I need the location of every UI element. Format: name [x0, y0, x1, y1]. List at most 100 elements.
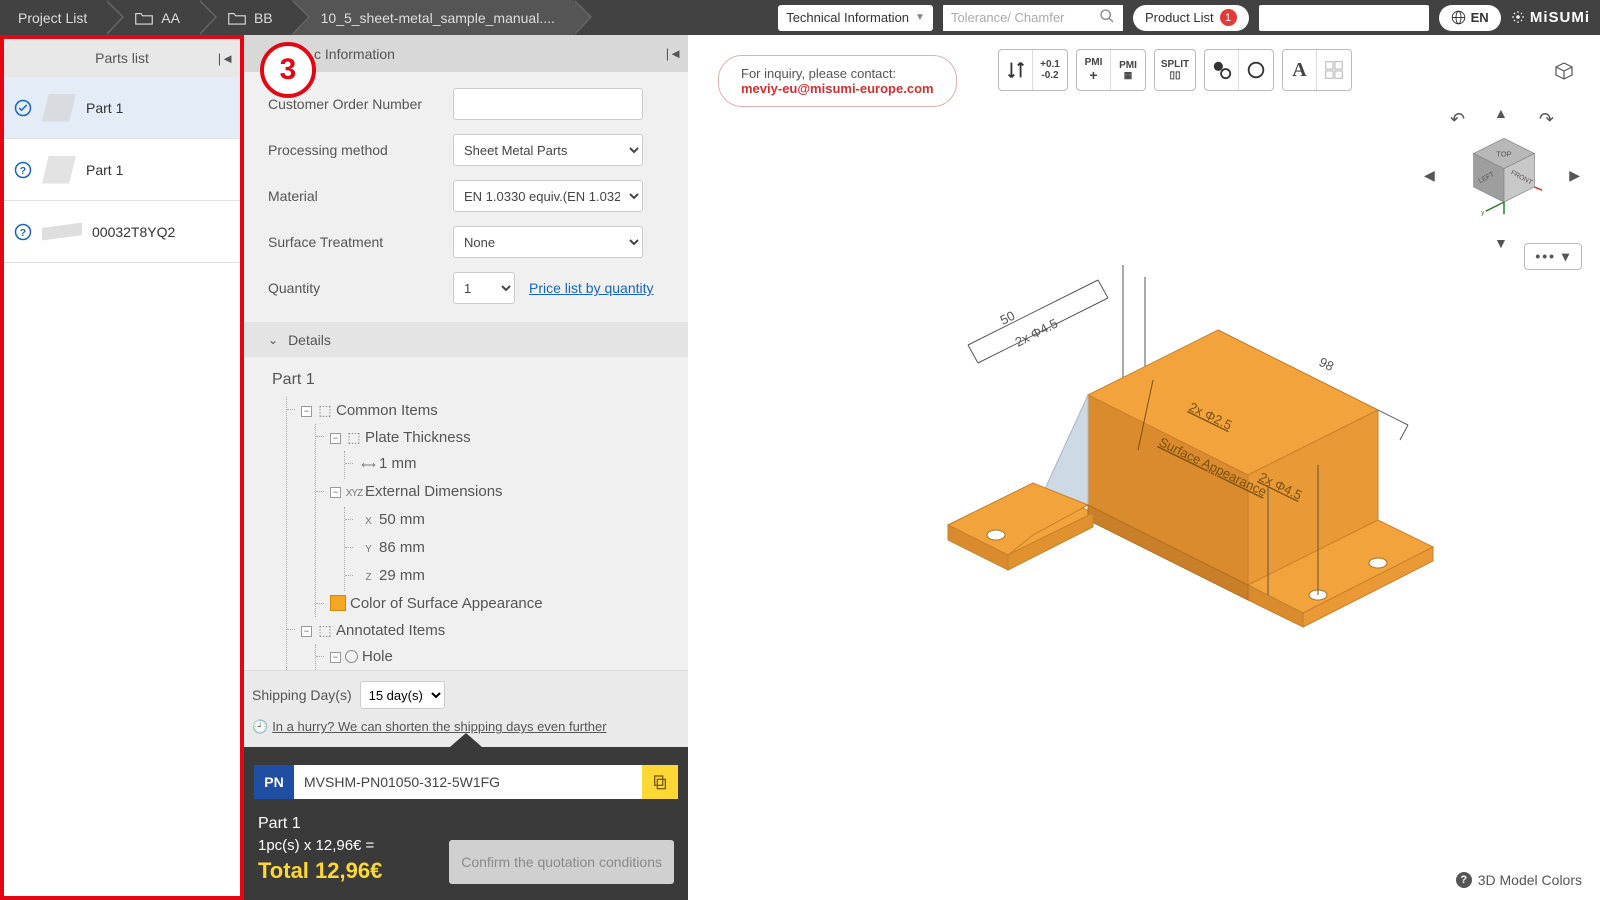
tree-expand-icon[interactable]: −: [301, 406, 312, 417]
tree-expand-icon[interactable]: −: [301, 626, 312, 637]
shipping-row: Shipping Day(s) 15 day(s): [244, 670, 688, 719]
shipping-label: Shipping Day(s): [252, 687, 352, 703]
price-list-link[interactable]: Price list by quantity: [529, 280, 654, 296]
technical-info-dropdown[interactable]: Technical Information ▼: [778, 5, 933, 31]
breadcrumb-project-list[interactable]: Project List: [0, 0, 105, 35]
tree-expand-icon[interactable]: −: [330, 487, 341, 498]
collapse-icon[interactable]: |◄: [218, 51, 234, 66]
part-name: 00032T8YQ2: [92, 224, 175, 240]
breadcrumb-label: AA: [161, 10, 180, 26]
tree-leaf[interactable]: 86 mm: [379, 539, 425, 556]
nav-left-icon[interactable]: ◀: [1424, 167, 1435, 184]
parts-list-item[interactable]: ? 00032T8YQ2: [4, 201, 240, 263]
tool-pmi-add-button[interactable]: PMI+: [1077, 50, 1111, 90]
model-colors-legend[interactable]: ? 3D Model Colors: [1456, 872, 1582, 888]
tree-node[interactable]: Annotated Items: [336, 622, 445, 639]
inquiry-email[interactable]: meviy-eu@misumi-europe.com: [741, 81, 934, 96]
chevron-down-icon: ▼: [915, 12, 925, 23]
surface-label: Surface Treatment: [268, 234, 453, 250]
price-block: Part 1 1pc(s) x 12,96€ = Total 12,96€ Co…: [244, 809, 688, 900]
status-help-icon: ?: [14, 223, 32, 241]
view-options-button[interactable]: ••• ▾: [1524, 243, 1582, 270]
search-input[interactable]: Tolerance/ Chamfer: [943, 5, 1123, 31]
material-label: Material: [268, 188, 453, 204]
tree-node[interactable]: Plate Thickness: [365, 429, 471, 446]
tree-root[interactable]: Part 1: [272, 367, 672, 393]
shipping-select[interactable]: 15 day(s): [360, 681, 445, 709]
hole-icon: [345, 650, 358, 663]
collapse-icon[interactable]: |◄: [666, 46, 682, 61]
pn-tag: PN: [254, 765, 294, 799]
tool-sort-button[interactable]: [999, 50, 1033, 90]
pn-value[interactable]: MVSHM-PN01050-312-5W1FG: [294, 765, 642, 799]
xyz-icon: XYZ: [345, 481, 363, 507]
parts-list-item[interactable]: Part 1: [4, 77, 240, 139]
inquiry-box: For inquiry, please contact: meviy-eu@mi…: [718, 55, 957, 107]
tool-split-button[interactable]: SPLIT▯▯: [1155, 50, 1195, 90]
tree-node[interactable]: External Dimensions: [365, 483, 503, 500]
top-bar: Project List AA BB 10_5_sheet-metal_samp…: [0, 0, 1600, 35]
tree-leaf[interactable]: Color of Surface Appearance: [350, 595, 543, 612]
dimension-label: 98: [1317, 354, 1337, 374]
nav-cube: ↶ ▲ ↷ ◀ ▶ ▼ TOP LEFT FRONT y x: [1422, 55, 1582, 255]
dropdown-label: Technical Information: [786, 10, 909, 25]
tree-node[interactable]: Hole: [362, 648, 393, 665]
quantity-label: Quantity: [268, 280, 453, 296]
breadcrumb-label: Project List: [18, 10, 87, 26]
nav-down-icon[interactable]: ▼: [1494, 235, 1508, 251]
3d-viewer[interactable]: For inquiry, please contact: meviy-eu@mi…: [688, 35, 1600, 900]
copy-button[interactable]: [642, 765, 678, 799]
3d-model[interactable]: 50 2x Φ4.5 98: [888, 235, 1448, 755]
button-label: Product List: [1145, 10, 1214, 25]
basic-info-panel: c Information |◄ Customer Order Number P…: [244, 35, 688, 900]
folder-icon: [228, 11, 246, 25]
cube-icon: ⬚: [316, 397, 334, 423]
tool-annotate-button[interactable]: A: [1283, 50, 1317, 90]
svg-text:?: ?: [20, 226, 26, 238]
part-number-row: PN MVSHM-PN01050-312-5W1FG: [244, 765, 688, 809]
language-label: EN: [1471, 10, 1489, 25]
nav-up-icon[interactable]: ▲: [1494, 105, 1508, 121]
tool-view1-button[interactable]: [1205, 50, 1239, 90]
legend-label: 3D Model Colors: [1478, 872, 1582, 888]
material-select[interactable]: EN 1.0330 equiv.(EN 1.032...: [453, 180, 643, 212]
wireframe-cube-icon[interactable]: [1552, 59, 1576, 83]
x-icon: X: [359, 509, 377, 535]
svg-text:TOP: TOP: [1496, 150, 1511, 159]
tool-tolerance-button[interactable]: +0.1-0.2: [1033, 50, 1067, 90]
tree-expand-icon[interactable]: −: [330, 433, 341, 444]
top-text-input[interactable]: [1259, 5, 1429, 31]
tree-leaf[interactable]: 29 mm: [379, 567, 425, 584]
tool-grid-button[interactable]: [1317, 50, 1351, 90]
method-select[interactable]: Sheet Metal Parts: [453, 134, 643, 166]
rotate-left-icon[interactable]: ↶: [1450, 109, 1465, 130]
details-label: Details: [288, 332, 331, 348]
part-thumbnail: [42, 156, 76, 184]
clock-icon: 🕘: [252, 719, 268, 734]
orientation-cube[interactable]: TOP LEFT FRONT y x: [1466, 129, 1542, 219]
tree-node[interactable]: Common Items: [336, 402, 438, 419]
method-label: Processing method: [268, 142, 453, 158]
breadcrumb-file[interactable]: 10_5_sheet-metal_sample_manual....: [291, 0, 573, 35]
rotate-right-icon[interactable]: ↷: [1539, 109, 1554, 130]
nav-right-icon[interactable]: ▶: [1569, 167, 1580, 184]
status-help-icon: ?: [14, 161, 32, 179]
order-number-input[interactable]: [453, 88, 643, 120]
tree-leaf[interactable]: 1 mm: [379, 455, 417, 472]
tree-leaf[interactable]: 50 mm: [379, 511, 425, 528]
tree-expand-icon[interactable]: −: [330, 652, 341, 663]
details-toggle[interactable]: ⌄ Details: [244, 322, 688, 357]
hurry-link[interactable]: In a hurry? We can shorten the shipping …: [272, 719, 606, 734]
dimension-label: 50: [998, 308, 1018, 328]
chevron-down-icon: ⌄: [268, 333, 278, 347]
inquiry-label: For inquiry, please contact:: [741, 66, 896, 81]
tool-view2-button[interactable]: [1239, 50, 1273, 90]
product-list-button[interactable]: Product List 1: [1133, 5, 1249, 31]
language-button[interactable]: EN: [1439, 5, 1501, 31]
confirm-quotation-button[interactable]: Confirm the quotation conditions: [449, 840, 674, 884]
surface-select[interactable]: None: [453, 226, 643, 258]
parts-list-item[interactable]: ? Part 1: [4, 139, 240, 201]
quantity-select[interactable]: 1: [453, 272, 515, 304]
tool-pmi-list-button[interactable]: PMI▦: [1111, 50, 1145, 90]
price-part-name: Part 1: [258, 815, 382, 833]
